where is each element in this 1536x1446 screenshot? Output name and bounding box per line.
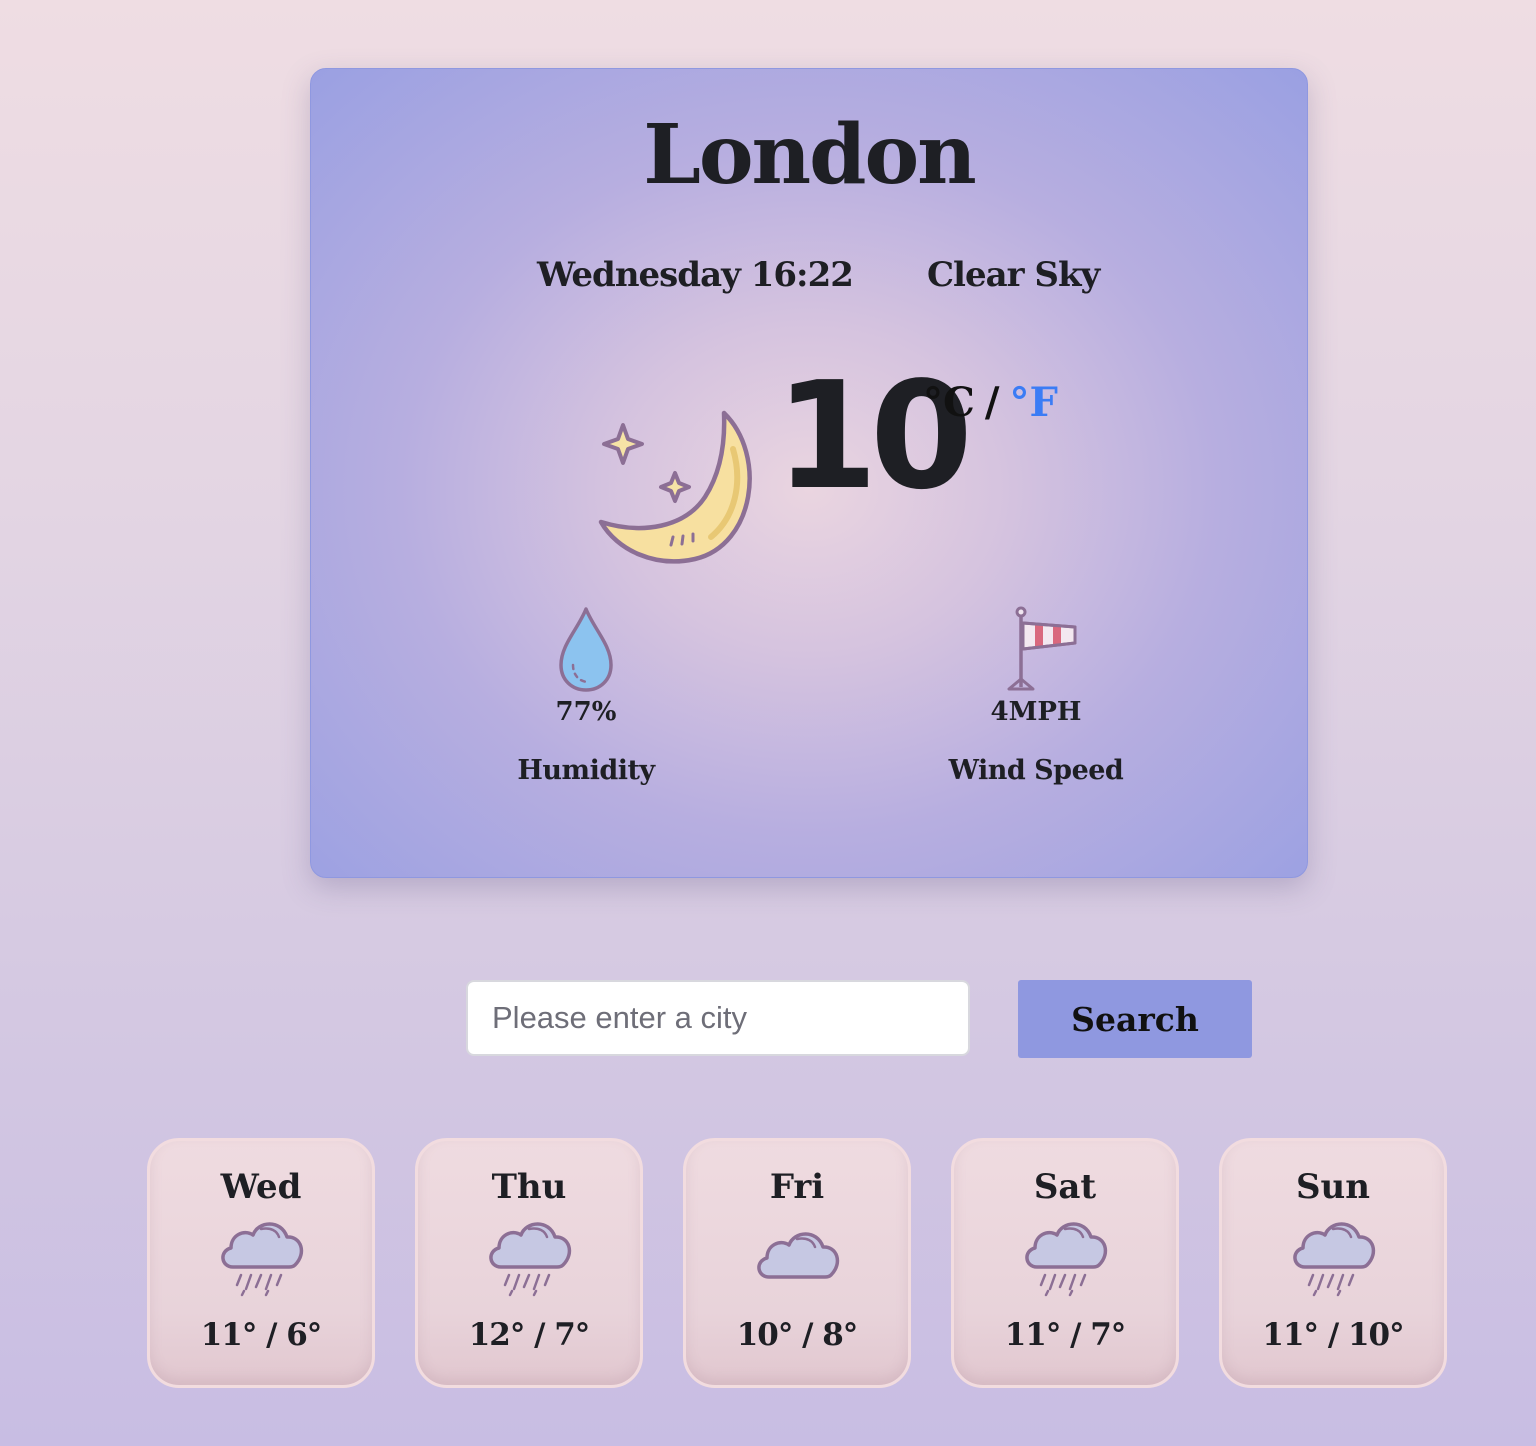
city-name: London bbox=[643, 107, 977, 203]
fahrenheit-toggle[interactable]: °F bbox=[1009, 379, 1057, 426]
forecast-day: Thu bbox=[491, 1167, 567, 1207]
humidity-stat: 77% Humidity bbox=[466, 605, 706, 786]
forecast-temp: 11° / 10° bbox=[1262, 1317, 1404, 1353]
wind-speed-value: 4MPH bbox=[990, 697, 1082, 727]
forecast-temp: 12° / 7° bbox=[468, 1317, 591, 1353]
forecast-card-wed: Wed 11° / 6° bbox=[147, 1138, 375, 1388]
moon-stars-icon bbox=[598, 410, 752, 564]
unit-separator: / bbox=[984, 379, 1000, 426]
water-drop-icon bbox=[559, 607, 613, 692]
humidity-label: Humidity bbox=[517, 755, 655, 786]
forecast-day: Wed bbox=[220, 1167, 302, 1207]
city-search-input[interactable] bbox=[466, 980, 970, 1056]
rain-cloud-icon bbox=[1293, 1222, 1376, 1297]
forecast-card-fri: Fri 10° / 8° bbox=[683, 1138, 911, 1388]
forecast-day: Sat bbox=[1033, 1167, 1097, 1207]
forecast-card-thu: Thu 12° / 7° bbox=[415, 1138, 643, 1388]
wind-speed-label: Wind Speed bbox=[948, 755, 1124, 786]
rain-cloud-icon bbox=[489, 1222, 572, 1297]
unit-toggle: °C / °F bbox=[923, 379, 1058, 426]
day-time: Wednesday 16:22 bbox=[537, 255, 854, 295]
rain-cloud-icon bbox=[1025, 1222, 1108, 1297]
current-weather-card: London Wednesday 16:22 Clear Sky 10 °C / °… bbox=[310, 68, 1308, 878]
wind-stat: 4MPH Wind Speed bbox=[916, 605, 1156, 786]
rain-cloud-icon bbox=[221, 1222, 304, 1297]
forecast-temp: 11° / 7° bbox=[1004, 1317, 1127, 1353]
forecast-temp: 10° / 8° bbox=[736, 1317, 859, 1353]
humidity-value: 77% bbox=[555, 697, 617, 727]
forecast-day: Sun bbox=[1296, 1167, 1370, 1207]
forecast-temp: 11° / 6° bbox=[200, 1317, 323, 1353]
forecast-day: Fri bbox=[769, 1167, 825, 1207]
forecast-card-sat: Sat 11° / 7° bbox=[951, 1138, 1179, 1388]
forecast-card-sun: Sun 11° / 10° bbox=[1219, 1138, 1447, 1388]
current-temperature: 10 bbox=[775, 350, 973, 522]
windsock-icon bbox=[1007, 606, 1077, 691]
search-button[interactable]: Search bbox=[1018, 980, 1252, 1058]
cloud-icon bbox=[757, 1232, 840, 1279]
weather-condition: Clear Sky bbox=[927, 255, 1100, 295]
celsius-toggle[interactable]: °C bbox=[923, 379, 975, 426]
